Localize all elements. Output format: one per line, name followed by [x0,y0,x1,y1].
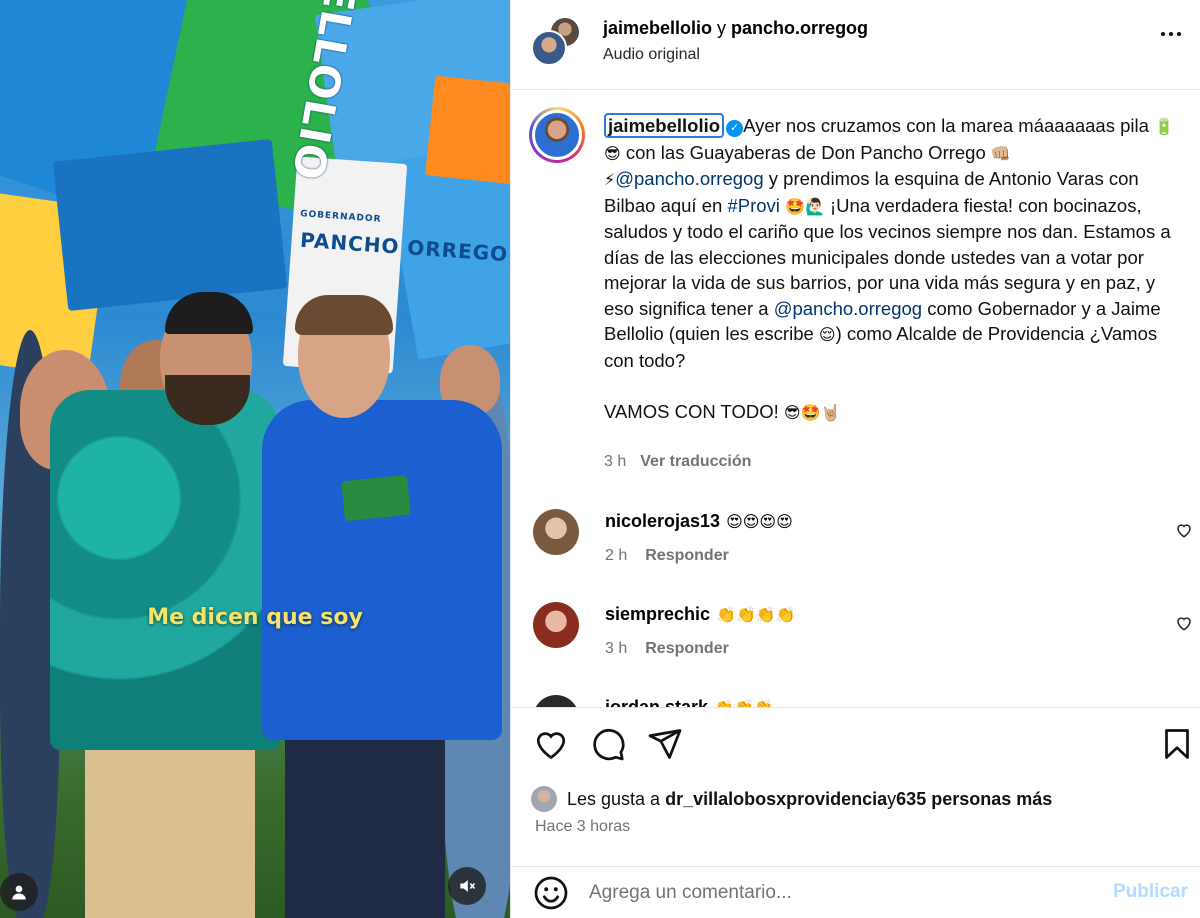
caption-text: con las Guayaberas de Don Pancho Orrego [620,141,991,163]
verified-badge-icon: ✓ [726,120,744,137]
caption-text: Ayer nos cruzamos con la marea máaaaaaas… [743,115,1155,136]
post-header: jaimebellolio y pancho.orregog Audio ori… [511,0,1200,90]
avatar [531,786,557,812]
comment-text: 👏👏👏👏 [716,607,796,624]
comment-bubble-icon[interactable] [590,726,626,762]
speaker-muted-icon [460,880,476,892]
caption-text: VAMOS CON TODO! [604,400,784,422]
comment-username[interactable]: siemprechic [605,604,710,624]
user-icon [12,885,26,900]
likes-joiner: y [887,788,897,809]
mute-button[interactable] [448,867,486,905]
post-time: 3 h [604,453,627,470]
mention-link[interactable]: @pancho.orregog [615,168,763,189]
joiner-text: y [712,18,732,38]
likes-count-link[interactable]: 635 personas más [896,789,1052,810]
bookmark-icon[interactable] [1159,726,1195,762]
flag [52,138,288,312]
person-right-hair [295,295,393,335]
comment-username[interactable]: nicolerojas13 [605,511,720,531]
avatar[interactable] [533,509,579,555]
collab-usernames: jaimebellolio y pancho.orregog [603,18,868,39]
comment-text: 👏👏👏 [714,700,774,707]
post-details-panel: jaimebellolio y pancho.orregog Audio ori… [510,0,1200,918]
flag [425,75,510,185]
heart-icon[interactable] [1175,614,1193,632]
emoji: 😎🤩🤘🏼 [783,402,841,422]
avatar[interactable] [533,602,579,648]
publish-button[interactable]: Publicar [1113,881,1188,903]
avatar [531,30,567,66]
more-horizontal-icon [1161,32,1181,36]
comment-composer: Publicar [511,866,1200,918]
liker-username-link[interactable]: dr_villalobosxprovidencia [665,789,887,810]
post-caption: jaimebellolio ✓ Ayer nos cruzamos con la m… [604,113,1184,425]
action-bar: Les gusta a dr_villalobosxprovidencia y … [511,707,1200,867]
comment-username[interactable]: jordan.stark [605,697,708,707]
likes-prefix: Les gusta a [567,788,661,809]
author-avatar[interactable] [529,107,585,163]
audio-link[interactable]: Audio original [603,46,700,64]
collab-avatars[interactable] [531,16,581,66]
person-right-jeans [285,715,445,918]
reply-button[interactable]: Responder [645,640,729,657]
reply-button[interactable]: Responder [645,547,729,564]
instagram-post-view: GOBERNADOR PANCHO ORREGO BELLOLIO Me dic… [0,0,1200,918]
comment-item: siemprechic 👏👏👏👏 3 h Responder [511,594,1200,674]
tagged-users-button[interactable] [0,873,38,911]
comment-item: nicolerojas13 😍😍😍😍 2 h Responder [511,501,1200,581]
share-send-icon[interactable] [647,726,683,762]
post-body: jaimebellolio ✓ Ayer nos cruzamos con la m… [511,91,1200,707]
emoji: ⚡ [604,170,616,189]
emoji: 🤩🙋🏻‍♂️ [785,196,825,216]
emoji: 👊🏼 [990,143,1011,163]
author-username-link[interactable]: jaimebellolio [604,113,725,138]
comment-text: 😍😍😍😍 [726,514,793,531]
heart-icon[interactable] [1175,521,1193,539]
username-link[interactable]: jaimebellolio [603,18,712,38]
reel-video[interactable]: GOBERNADOR PANCHO ORREGO BELLOLIO Me dic… [0,0,510,918]
avatar[interactable] [533,695,579,707]
likes-summary: Les gusta a dr_villalobosxprovidencia y … [531,786,1052,812]
emoji-picker-icon[interactable] [533,875,569,911]
username-link[interactable]: pancho.orregog [731,18,868,38]
campaign-badge [341,474,411,522]
post-meta: 3 h Ver traducción [604,453,751,471]
comment-time: 3 h [605,640,628,657]
comment-input[interactable] [589,877,1089,909]
more-options-button[interactable] [1159,22,1183,52]
mention-link[interactable]: @pancho.orregog [774,298,922,319]
person-left-shirt [50,390,280,750]
comment-time: 2 h [605,547,628,564]
hashtag-link[interactable]: #Provi [727,195,779,216]
translate-button[interactable]: Ver traducción [640,453,751,470]
like-heart-icon[interactable] [533,726,569,762]
person-right-jacket [262,400,502,740]
post-timestamp: Hace 3 horas [535,818,631,835]
avatar [532,110,582,160]
emoji: 😌 [818,325,836,344]
comment-item: jordan.stark 👏👏👏 [511,687,1200,707]
video-subtitle: Me dicen que soy [147,605,363,630]
